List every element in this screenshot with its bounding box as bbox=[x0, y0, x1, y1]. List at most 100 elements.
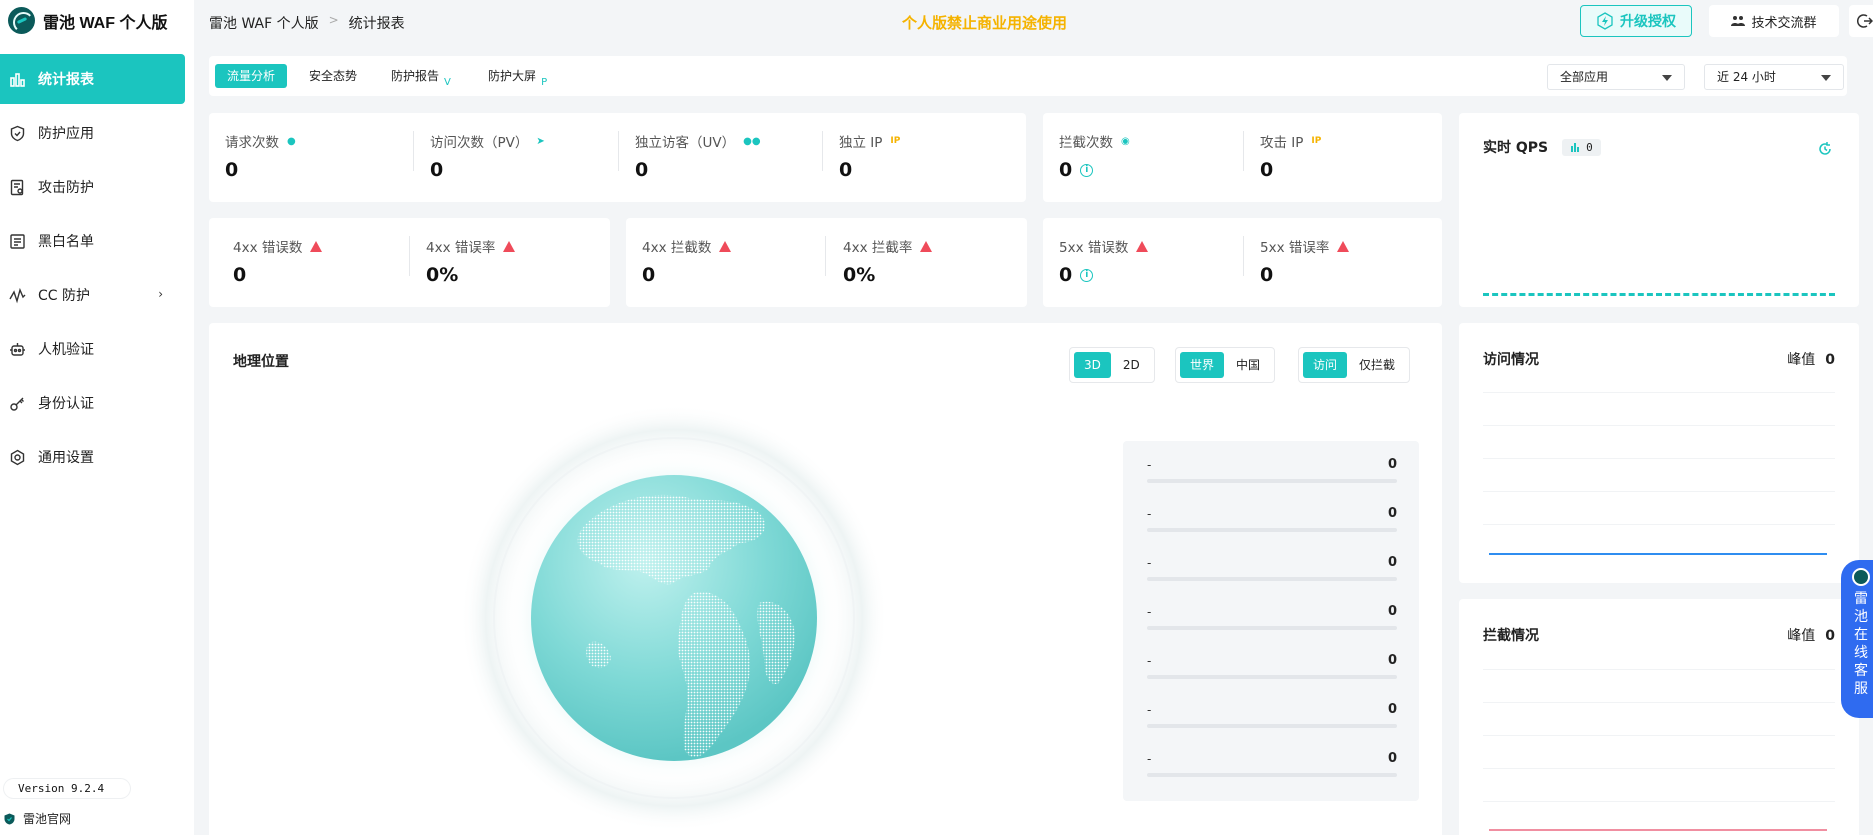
sidebar-item-label: 人机验证 bbox=[38, 342, 94, 358]
ranking-row: - 0 bbox=[1147, 506, 1397, 532]
view-mode-toggle: 3D 2D bbox=[1069, 347, 1155, 383]
upgrade-license-button[interactable]: 升级授权 bbox=[1580, 5, 1692, 37]
qps-indicator: 0 bbox=[1562, 138, 1601, 156]
sidebar-item-general-settings[interactable]: 通用设置 bbox=[0, 432, 185, 482]
stat-value: 0 bbox=[1059, 159, 1073, 181]
region-china-button[interactable]: 中国 bbox=[1226, 352, 1270, 378]
globe-3d[interactable] bbox=[459, 403, 889, 833]
stat-label: 4xx 拦截率 bbox=[843, 240, 913, 256]
warning-icon bbox=[1337, 240, 1350, 252]
online-support-button[interactable]: 雷池在线客服 bbox=[1841, 560, 1873, 718]
info-icon[interactable]: i bbox=[1080, 163, 1094, 177]
official-site-label: 雷池官网 bbox=[23, 812, 72, 826]
view-3d-button[interactable]: 3D bbox=[1074, 352, 1111, 378]
time-range-value: 近 24 小时 bbox=[1717, 70, 1776, 84]
visits-trend-card: 访问情况 峰值 0 bbox=[1459, 323, 1859, 583]
send-icon: ➤ bbox=[536, 135, 545, 147]
sidebar: 雷池 WAF 个人版 统计报表 防护应用 攻击防护 黑白名单 CC 防护 › 人… bbox=[0, 0, 194, 835]
breadcrumb: 雷池 WAF 个人版 > 统计报表 bbox=[209, 13, 405, 33]
stat-value: 0 bbox=[225, 159, 239, 181]
vip-badge-icon: V bbox=[444, 77, 451, 88]
tech-group-button[interactable]: 技术交流群 bbox=[1709, 5, 1839, 37]
bar-chart-icon bbox=[1571, 143, 1580, 152]
time-range-select[interactable]: 近 24 小时 bbox=[1704, 64, 1844, 90]
stat-label: 5xx 错误数 bbox=[1059, 240, 1129, 256]
view-2d-button[interactable]: 2D bbox=[1113, 352, 1150, 378]
divider bbox=[618, 131, 619, 171]
stat-uv: 独立访客（UV） ●● 0 bbox=[635, 131, 761, 181]
app-logo[interactable]: 雷池 WAF 个人版 bbox=[8, 7, 167, 34]
divider bbox=[409, 236, 410, 276]
tab-protection-screen[interactable]: 防护大屏 P bbox=[476, 64, 563, 88]
pro-badge-icon: P bbox=[541, 77, 548, 88]
type-blocks-only-button[interactable]: 仅拦截 bbox=[1349, 352, 1405, 378]
bar-chart-icon bbox=[9, 71, 26, 88]
stat-unique-ip: 独立 IP IP 0 bbox=[839, 131, 900, 181]
robot-icon bbox=[9, 341, 26, 358]
users-icon: ●● bbox=[743, 135, 761, 147]
support-label: 雷池在线客服 bbox=[1854, 591, 1868, 697]
stat-label: 拦截次数 bbox=[1059, 135, 1113, 151]
sidebar-item-statistics[interactable]: 统计报表 bbox=[0, 54, 185, 104]
breadcrumb-root[interactable]: 雷池 WAF 个人版 bbox=[209, 13, 319, 33]
realtime-qps-card: 实时 QPS 0 bbox=[1459, 113, 1859, 307]
block-stats-card: 拦截次数 ◉ 0i 攻击 IP IP 0 bbox=[1043, 113, 1442, 202]
ranking-value: 0 bbox=[1387, 506, 1397, 521]
chevron-right-icon: › bbox=[158, 287, 163, 301]
safeline-logo-icon bbox=[8, 7, 35, 34]
stat-requests: 请求次数 ● 0 bbox=[225, 131, 296, 181]
gridline bbox=[1483, 735, 1835, 736]
ranking-name: - bbox=[1147, 556, 1152, 570]
region-world-button[interactable]: 世界 bbox=[1180, 352, 1225, 378]
document-shield-icon bbox=[9, 179, 26, 196]
sidebar-item-blackwhite-list[interactable]: 黑白名单 bbox=[0, 216, 185, 266]
type-visits-button[interactable]: 访问 bbox=[1303, 352, 1348, 378]
tab-protection-report[interactable]: 防护报告 V bbox=[379, 64, 466, 88]
blocks-title: 拦截情况 bbox=[1483, 628, 1539, 644]
wave-icon bbox=[9, 287, 26, 304]
sidebar-item-protected-apps[interactable]: 防护应用 bbox=[0, 108, 185, 158]
region-toggle: 世界 中国 bbox=[1175, 347, 1276, 383]
stat-value: 0 bbox=[635, 159, 649, 181]
tab-traffic-analysis[interactable]: 流量分析 bbox=[215, 64, 288, 88]
stat-label: 4xx 错误数 bbox=[233, 240, 303, 256]
ranking-value: 0 bbox=[1387, 604, 1397, 619]
tab-label: 防护大屏 bbox=[488, 69, 537, 83]
ranking-name: - bbox=[1147, 507, 1152, 521]
tab-label: 防护报告 bbox=[391, 69, 440, 83]
logout-icon bbox=[1857, 14, 1873, 28]
gridline bbox=[1483, 669, 1835, 670]
stat-label: 请求次数 bbox=[225, 135, 279, 151]
info-icon[interactable]: i bbox=[1080, 268, 1094, 282]
warning-icon bbox=[503, 240, 516, 252]
qps-line bbox=[1483, 293, 1835, 296]
sidebar-item-authentication[interactable]: 身份认证 bbox=[0, 378, 185, 428]
ranking-row: - 0 bbox=[1147, 653, 1397, 679]
divider bbox=[822, 131, 823, 171]
gridline bbox=[1483, 524, 1835, 525]
sidebar-item-attack-protection[interactable]: 攻击防护 bbox=[0, 162, 185, 212]
gridline bbox=[1483, 392, 1835, 393]
stat-label: 5xx 错误率 bbox=[1260, 240, 1330, 256]
app-name: 雷池 WAF 个人版 bbox=[43, 14, 168, 32]
refresh-icon[interactable] bbox=[1817, 141, 1833, 157]
stat-value: 0% bbox=[843, 264, 876, 286]
ranking-value: 0 bbox=[1387, 653, 1397, 668]
shield-icon bbox=[9, 125, 26, 142]
user-icon: ● bbox=[287, 135, 296, 147]
stat-label: 独立访客（UV） bbox=[635, 135, 736, 151]
app-filter-select[interactable]: 全部应用 bbox=[1547, 64, 1685, 90]
4xx-block-card: 4xx 拦截数 0 4xx 拦截率 0% bbox=[626, 218, 1027, 307]
data-type-toggle: 访问 仅拦截 bbox=[1298, 347, 1411, 383]
peak-label: 峰值 bbox=[1787, 628, 1816, 644]
sidebar-item-captcha[interactable]: 人机验证 bbox=[0, 324, 185, 374]
tab-security-posture[interactable]: 安全态势 bbox=[297, 64, 369, 88]
logout-button[interactable] bbox=[1849, 5, 1873, 37]
breadcrumb-current: 统计报表 bbox=[348, 16, 405, 32]
official-site-link[interactable]: 雷池官网 bbox=[4, 810, 71, 827]
sidebar-item-cc-protection[interactable]: CC 防护 › bbox=[0, 270, 185, 320]
peak-label: 峰值 bbox=[1787, 352, 1816, 368]
stat-value: 0% bbox=[426, 264, 459, 286]
ranking-value: 0 bbox=[1387, 555, 1397, 570]
stat-value: 0 bbox=[839, 159, 853, 181]
